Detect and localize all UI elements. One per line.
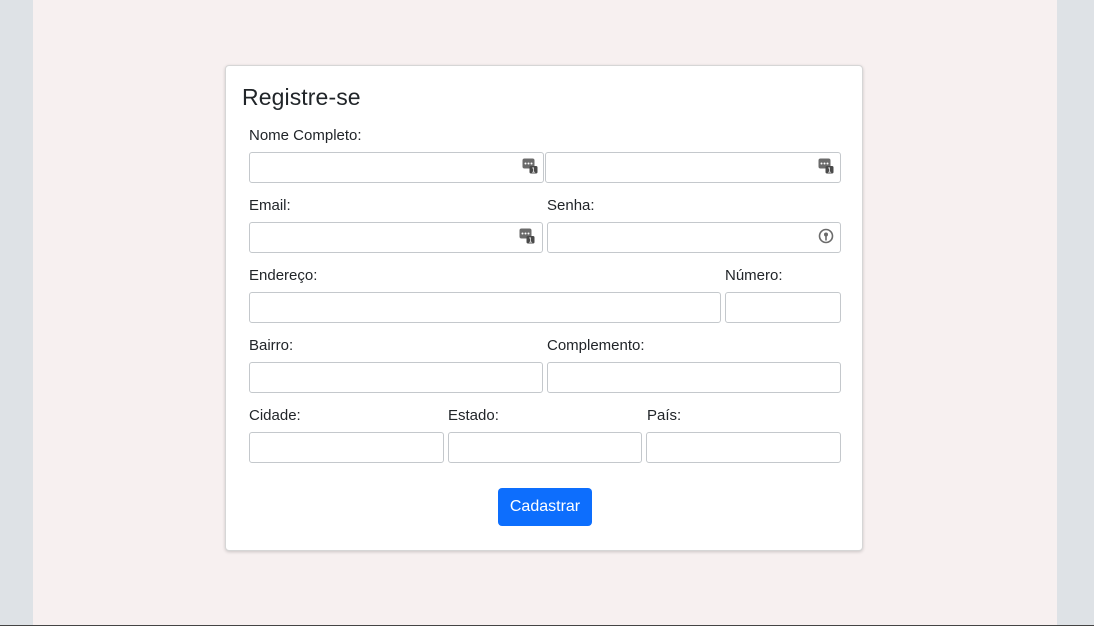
endereco-label: Endereço: <box>249 267 318 284</box>
numero-input[interactable] <box>725 292 841 323</box>
estado-label: Estado: <box>448 407 499 424</box>
estado-input[interactable] <box>448 432 642 463</box>
svg-text:1: 1 <box>827 167 831 175</box>
password-manager-icon[interactable]: 1 <box>522 158 538 174</box>
nome-completo-label: Nome Completo: <box>249 127 362 144</box>
complemento-label: Complemento: <box>547 337 645 354</box>
bairro-input[interactable] <box>249 362 543 393</box>
senha-label: Senha: <box>547 197 595 214</box>
password-field[interactable] <box>547 222 841 253</box>
pais-label: País: <box>647 407 682 424</box>
register-card: Registre-se Nome Completo: 1 1 Email: 1 … <box>225 65 863 551</box>
cadastrar-button[interactable]: Cadastrar <box>498 488 592 526</box>
nome-input[interactable] <box>249 152 544 183</box>
email-label: Email: <box>249 197 291 214</box>
complemento-input[interactable] <box>547 362 841 393</box>
pais-input[interactable] <box>646 432 841 463</box>
cidade-input[interactable] <box>249 432 444 463</box>
svg-text:1: 1 <box>531 167 535 175</box>
email-field[interactable] <box>249 222 543 253</box>
page-title: Registre-se <box>242 84 361 110</box>
password-manager-icon[interactable]: 1 <box>818 158 834 174</box>
key-icon[interactable] <box>818 228 834 244</box>
cidade-label: Cidade: <box>249 407 301 424</box>
endereco-input[interactable] <box>249 292 721 323</box>
svg-text:1: 1 <box>528 237 532 245</box>
sobrenome-input[interactable] <box>545 152 841 183</box>
numero-label: Número: <box>725 267 783 284</box>
password-manager-icon[interactable]: 1 <box>519 228 535 244</box>
bairro-label: Bairro: <box>249 337 294 354</box>
